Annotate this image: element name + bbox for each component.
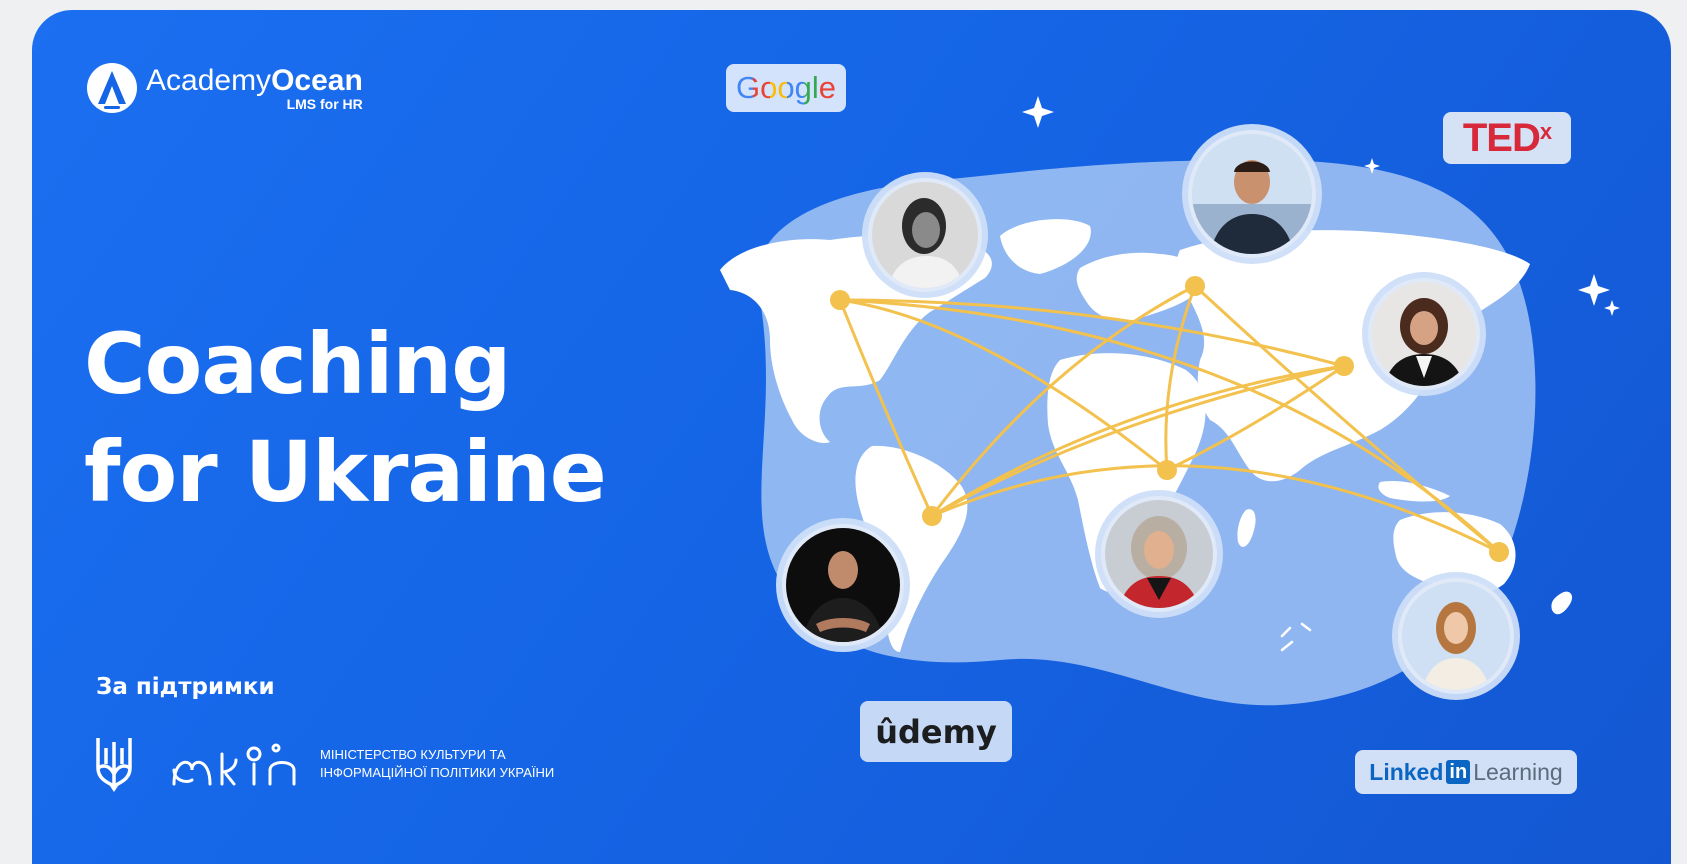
google-logo[interactable]: Google bbox=[726, 64, 846, 112]
sparkle-icon bbox=[1578, 274, 1610, 306]
sparkle-icon bbox=[1022, 96, 1054, 128]
coach-photo-icon bbox=[1372, 282, 1476, 386]
coach-photo-icon bbox=[786, 528, 900, 642]
route-node bbox=[1185, 276, 1205, 296]
avatar-coach-3[interactable] bbox=[1368, 278, 1480, 390]
coach-photo-icon bbox=[1402, 582, 1510, 690]
avatar-coach-1[interactable] bbox=[868, 178, 982, 292]
sparkle-icon bbox=[1604, 300, 1620, 316]
tedx-logo[interactable]: TED x bbox=[1443, 112, 1571, 164]
tedx-logo-x: x bbox=[1539, 119, 1552, 144]
route-node bbox=[1334, 356, 1354, 376]
coach-photo-icon bbox=[872, 182, 978, 288]
linkedin-learning-logo[interactable]: Linked in Learning bbox=[1355, 750, 1577, 794]
coach-photo-icon bbox=[1105, 500, 1213, 608]
linkedin-word: Linked bbox=[1369, 758, 1444, 785]
avatar-coach-4[interactable] bbox=[1101, 496, 1217, 612]
google-logo-text: Google bbox=[736, 70, 836, 105]
route-node bbox=[1157, 460, 1177, 480]
route-node bbox=[830, 290, 850, 310]
linkedin-learning-word: Learning bbox=[1473, 758, 1563, 785]
coach-photo-icon bbox=[1192, 134, 1312, 254]
world-map bbox=[720, 96, 1620, 706]
route-node bbox=[922, 506, 942, 526]
avatar-coach-6[interactable] bbox=[1398, 578, 1514, 694]
tedx-logo-text: TED bbox=[1462, 115, 1541, 160]
avatar-coach-2[interactable] bbox=[1188, 130, 1316, 258]
continent-new-zealand bbox=[1551, 591, 1573, 615]
avatar-coach-5[interactable] bbox=[782, 524, 904, 646]
route-node bbox=[1489, 542, 1509, 562]
udemy-logo-text: ûdemy bbox=[875, 712, 997, 751]
udemy-logo[interactable]: ûdemy bbox=[860, 701, 1012, 762]
linkedin-in-icon: in bbox=[1446, 760, 1471, 784]
